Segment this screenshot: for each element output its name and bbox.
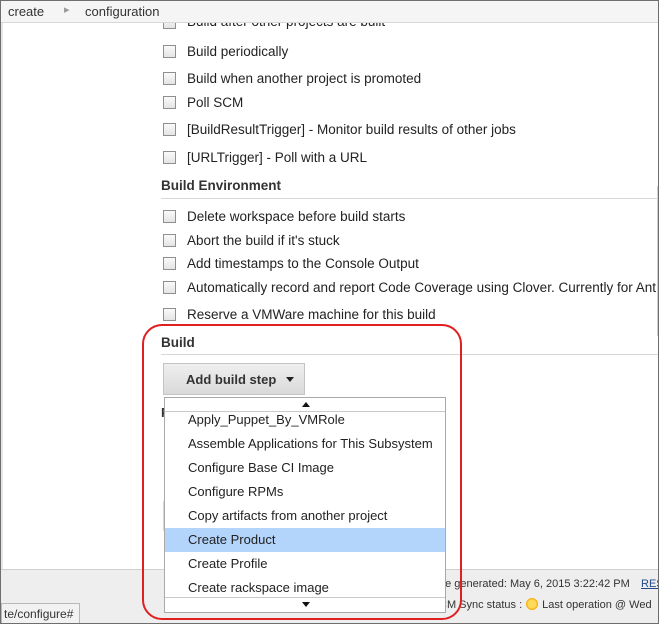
env-add-timestamps[interactable]: Add timestamps to the Console Output: [163, 254, 419, 272]
checkbox[interactable]: [163, 44, 176, 58]
checkbox[interactable]: [163, 122, 176, 136]
build-environment-title: Build Environment: [161, 178, 282, 193]
breadcrumb: create ▸ configuration: [1, 1, 658, 23]
configure-content: Build after other projects are built Bui…: [1, 1, 659, 613]
left-edge: [1, 23, 3, 573]
breadcrumb-item-configuration[interactable]: configuration: [85, 4, 159, 19]
checkbox-label: Reserve a VMWare machine for this build: [187, 306, 436, 322]
rest-api-link[interactable]: RES: [641, 578, 658, 590]
scm-sync-label: CM Sync status :: [439, 599, 523, 611]
trigger-build-periodically[interactable]: Build periodically: [163, 42, 288, 60]
build-step-list: Apply_Puppet_By_VMRole Assemble Applicat…: [165, 412, 445, 598]
section-divider: [161, 198, 658, 199]
add-build-step-label: Add build step: [186, 371, 277, 387]
checkbox[interactable]: [163, 95, 176, 109]
build-step-option[interactable]: Assemble Applications for This Subsystem: [165, 432, 445, 456]
checkbox[interactable]: [163, 150, 176, 164]
build-step-option[interactable]: Configure RPMs: [165, 480, 445, 504]
build-step-dropdown[interactable]: Apply_Puppet_By_VMRole Assemble Applicat…: [164, 397, 446, 613]
build-step-option[interactable]: Apply_Puppet_By_VMRole: [165, 412, 445, 432]
trigger-poll-scm[interactable]: Poll SCM: [163, 93, 243, 111]
env-delete-workspace[interactable]: Delete workspace before build starts: [163, 207, 405, 225]
trigger-build-result[interactable]: [BuildResultTrigger] - Monitor build res…: [163, 120, 516, 138]
checkbox-label: [BuildResultTrigger] - Monitor build res…: [187, 121, 516, 137]
checkbox[interactable]: [163, 209, 176, 223]
scm-sync-status: CM Sync status : Last operation @ Wed: [439, 598, 652, 611]
section-divider: [161, 354, 658, 355]
checkbox-label: Poll SCM: [187, 94, 244, 110]
window-frame: Build after other projects are built Bui…: [0, 0, 659, 624]
checkbox[interactable]: [163, 307, 176, 321]
triangle-up-icon: [302, 402, 310, 407]
checkbox-label: [URLTrigger] - Poll with a URL: [187, 149, 368, 165]
env-clover-coverage[interactable]: Automatically record and report Code Cov…: [163, 278, 659, 296]
breadcrumb-item-create[interactable]: create: [8, 4, 44, 19]
add-build-step-button[interactable]: Add build step: [163, 363, 305, 395]
build-title: Build: [161, 335, 195, 350]
checkbox-label: Build periodically: [187, 43, 289, 59]
checkbox[interactable]: [163, 71, 176, 85]
build-step-option[interactable]: Create rackspace image: [165, 576, 445, 598]
sun-icon: [526, 598, 539, 610]
trigger-url[interactable]: [URLTrigger] - Poll with a URL: [163, 148, 367, 166]
chevron-right-icon: ▸: [64, 4, 70, 16]
chevron-down-icon: [286, 377, 294, 382]
build-step-option[interactable]: Copy artifacts from another project: [165, 504, 445, 528]
build-step-option[interactable]: Configure Base CI Image: [165, 456, 445, 480]
checkbox[interactable]: [163, 256, 176, 270]
triangle-down-icon: [302, 602, 310, 607]
checkbox-label: Delete workspace before build starts: [187, 208, 406, 224]
env-abort-stuck[interactable]: Abort the build if it's stuck: [163, 231, 340, 249]
trigger-build-when-promoted[interactable]: Build when another project is promoted: [163, 69, 421, 87]
checkbox[interactable]: [163, 280, 176, 294]
checkbox[interactable]: [163, 233, 176, 247]
build-step-option[interactable]: Create Profile: [165, 552, 445, 576]
build-step-option[interactable]: Create Product: [165, 528, 445, 552]
checkbox-label: Add timestamps to the Console Output: [187, 255, 419, 271]
env-reserve-vmware[interactable]: Reserve a VMWare machine for this build: [163, 305, 436, 323]
scroll-up-button[interactable]: [165, 398, 445, 412]
checkbox-label: Build when another project is promoted: [187, 70, 422, 86]
scm-sync-last-operation: Last operation @ Wed: [542, 599, 652, 611]
scroll-down-button[interactable]: [165, 597, 445, 612]
page-generated-text: ge generated: May 6, 2015 3:22:42 PM: [439, 578, 630, 590]
status-bar-url: te/configure#: [1, 603, 81, 623]
checkbox-label: Abort the build if it's stuck: [187, 232, 340, 248]
checkbox-label: Automatically record and report Code Cov…: [187, 279, 659, 295]
